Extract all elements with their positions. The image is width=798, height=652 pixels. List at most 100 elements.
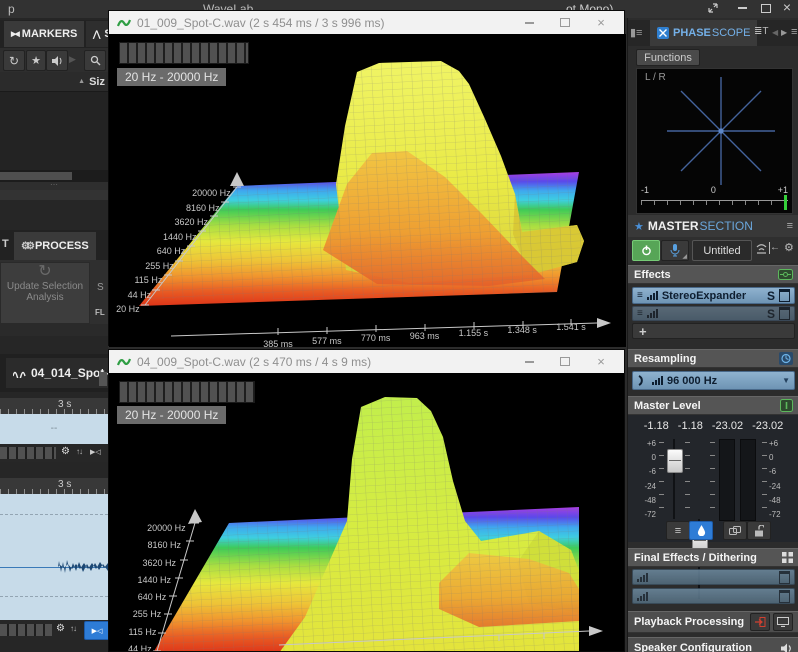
effect-slot-1[interactable]: ≡ StereoExpander S (632, 287, 795, 304)
master-section-menu-icon[interactable]: ≡ (787, 220, 793, 232)
timeline-ruler-1[interactable]: 3 s (0, 398, 108, 414)
list-value: -24 (769, 482, 781, 491)
reset-icon[interactable]: ← (769, 242, 780, 254)
effect-slot-2[interactable]: ≡ S (632, 306, 795, 321)
window1-close-icon[interactable]: × (586, 11, 616, 34)
tab-markers[interactable]: ▶◀ MARKERS (4, 21, 84, 47)
grid-icon[interactable] (782, 552, 793, 563)
resampling-header[interactable]: Resampling (628, 349, 798, 368)
unlock-button[interactable] (747, 521, 771, 540)
tabbar-menu-icon[interactable]: ≡ (791, 26, 797, 38)
tab-prev-icon[interactable]: ◀ (772, 28, 778, 37)
final-slot2-bypass-icon (779, 590, 790, 603)
gear-icon[interactable]: ⚙ (61, 446, 70, 457)
scrollbar-thumb[interactable] (0, 172, 72, 180)
overview-toolbar: ⚙ ↑↓ ▶◁ (0, 444, 108, 462)
meter-tab-icon[interactable]: ≣T (754, 26, 769, 37)
restore-window-icon[interactable] (757, 2, 775, 14)
solo-button[interactable]: S (767, 289, 775, 303)
star-button[interactable]: ★ (26, 50, 46, 71)
window1-maximize-icon[interactable] (550, 11, 580, 34)
fader-ticks-left (659, 442, 664, 518)
frequency-range-button-1[interactable]: 20 Hz - 20000 Hz (117, 68, 226, 86)
panel-splitter[interactable]: ⋯ (0, 182, 108, 190)
ruler1-label: 3 s (58, 399, 71, 410)
analysis-progress-strip-1 (119, 42, 249, 64)
unity-gain-button[interactable] (689, 521, 713, 540)
bypass-all-icon[interactable] (755, 242, 768, 260)
mini-scrollbar[interactable] (0, 447, 56, 459)
speaker-config-icon[interactable] (781, 643, 793, 652)
effects-header[interactable]: Effects (628, 265, 798, 284)
link-channels-button[interactable] (723, 521, 747, 540)
frequency-range-button-2[interactable]: 20 Hz - 20000 Hz (117, 406, 226, 424)
tab-next-icon[interactable]: ▶ (781, 28, 787, 37)
update-selection-analysis-button[interactable]: ↻ Update Selection Analysis (0, 262, 90, 324)
final-effect-slot-2[interactable] (632, 588, 795, 604)
add-effect-button[interactable]: + (632, 323, 795, 339)
tab-phasescope[interactable]: PHASESCOPE (650, 20, 757, 46)
play-mode-button-active[interactable]: ▶◁ (84, 621, 110, 640)
resampling-clock-icon[interactable] (779, 352, 793, 365)
sort-arrows-icon-2[interactable]: ↑↓ (70, 624, 76, 633)
refresh-button[interactable]: ↻ (3, 50, 25, 71)
master-level-header[interactable]: Master Level (628, 396, 798, 415)
resample-icon (637, 375, 648, 386)
window1-minimize-icon[interactable] (514, 11, 544, 34)
tab-markers-label: MARKERS (22, 28, 78, 40)
resize-window-icon[interactable] (704, 2, 722, 14)
monitor-input-button[interactable]: ◢ (661, 240, 689, 261)
window1-title: 01_009_Spot-C.wav (2 s 454 ms / 3 s 996 … (137, 16, 508, 30)
wave-editor-area[interactable] (0, 494, 108, 620)
marker-list[interactable] (0, 92, 108, 170)
window2-close-icon[interactable]: × (586, 350, 616, 373)
final-effects-header[interactable]: Final Effects / Dithering (628, 548, 798, 567)
close-window-icon[interactable]: × (778, 1, 796, 13)
fader-left-cap[interactable] (667, 449, 683, 473)
resampling-header-label: Resampling (634, 353, 696, 365)
mini-scrollbar-2[interactable] (0, 624, 52, 636)
caret-icon: ⋀ (93, 29, 100, 40)
bypass-button[interactable] (779, 289, 790, 302)
panel-options-icon[interactable]: ▮≡ (630, 26, 642, 39)
playback-insert-icon[interactable] (750, 613, 770, 631)
phasescope-graph (637, 69, 792, 187)
window1-titlebar[interactable]: 01_009_Spot-C.wav (2 s 454 ms / 3 s 996 … (109, 11, 624, 35)
tab-process[interactable]: ⚙⚙ PROCESS (14, 232, 96, 260)
level-meter-toggle-icon[interactable] (780, 399, 793, 412)
master-section-header[interactable]: ★ MASTERSECTION ≡ (628, 215, 798, 237)
window2-maximize-icon[interactable] (550, 350, 580, 373)
list-column-header[interactable]: ▲ Siz (0, 72, 108, 92)
sort-arrows-icon[interactable]: ↑↓ (76, 447, 82, 456)
effects-chain-icon[interactable] (778, 269, 793, 280)
waveform-overview[interactable]: -- (0, 414, 108, 444)
play-icon[interactable]: ▶ (69, 54, 76, 65)
play-loop-icon[interactable]: ▶◁ (90, 448, 101, 456)
gears-icon: ⚙⚙ (21, 241, 31, 252)
minimize-window-icon[interactable] (733, 2, 751, 14)
gear-icon-2[interactable]: ⚙ (56, 623, 65, 634)
tab-fragment-t[interactable]: T (2, 238, 9, 250)
fader-left[interactable] (667, 439, 681, 519)
window2-minimize-icon[interactable] (514, 350, 544, 373)
functions-button[interactable]: Functions (636, 49, 700, 66)
playback-processing-header[interactable]: Playback Processing (628, 611, 798, 633)
sample-rate-dropdown[interactable]: 96 000 Hz ▼ (632, 371, 795, 390)
tab-process-label: PROCESS (35, 240, 89, 252)
meter-settings-button[interactable]: ≡ (666, 521, 690, 540)
slot-drag-icon[interactable]: ≡ (637, 290, 643, 301)
search-button[interactable] (84, 50, 106, 71)
analysis-progress-strip-2 (119, 381, 255, 403)
tab-scroll-button[interactable] (99, 372, 107, 386)
master-toolbar: ◢ Untitled ← ⚙ (628, 237, 798, 263)
speaker-button[interactable] (46, 50, 68, 71)
speaker-configuration-header[interactable]: Speaker Configuration (628, 637, 798, 652)
settings-gear-icon[interactable]: ⚙ (784, 241, 794, 254)
window2-titlebar[interactable]: 04_009_Spot-C.wav (2 s 470 ms / 4 s 9 ms… (109, 350, 624, 374)
preset-field[interactable]: Untitled (692, 240, 752, 261)
power-button[interactable] (632, 240, 660, 261)
final-effect-slot-1[interactable] (632, 569, 795, 585)
playback-monitor-icon[interactable] (773, 613, 793, 631)
final-slot2-meter-icon (637, 592, 648, 601)
timeline-ruler-2[interactable]: 3 s (0, 478, 108, 494)
